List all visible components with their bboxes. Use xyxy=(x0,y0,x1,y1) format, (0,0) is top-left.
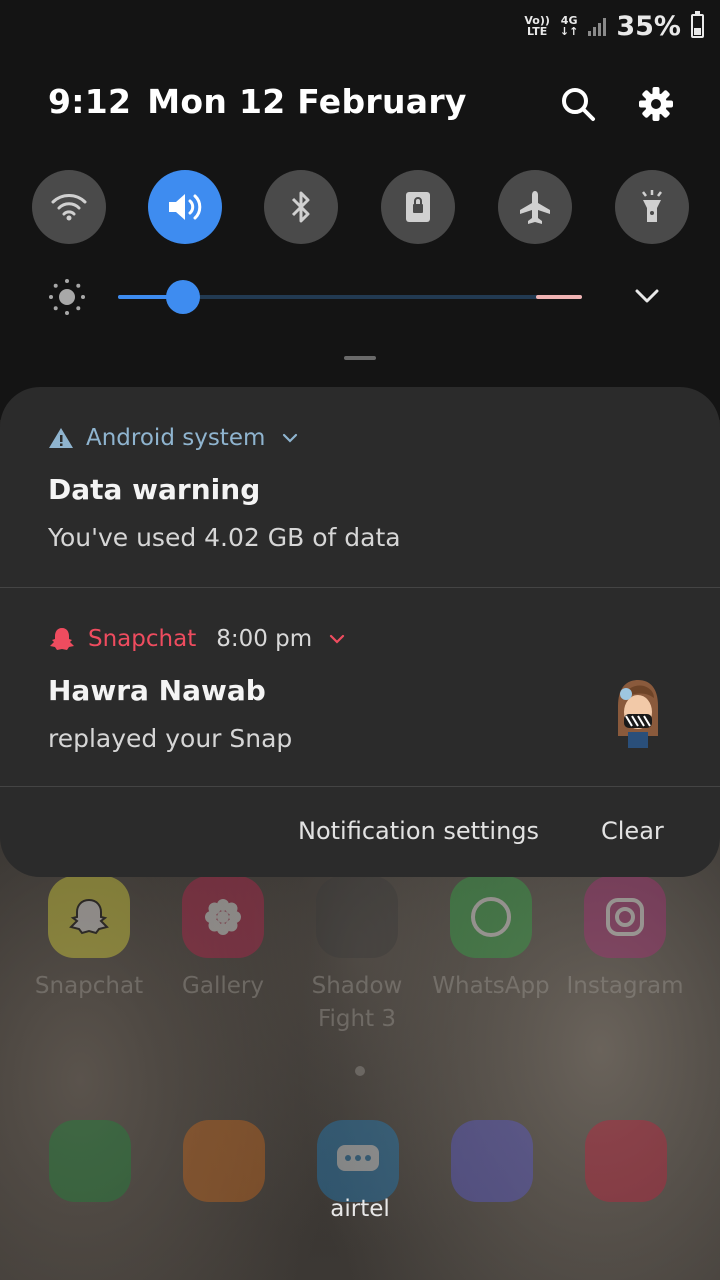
clear-button[interactable]: Clear xyxy=(601,817,664,845)
chevron-down-icon[interactable] xyxy=(328,633,346,645)
bluetooth-icon xyxy=(291,191,310,223)
clock-date: 9:12 Mon 12 February xyxy=(48,82,467,121)
phone-icon xyxy=(49,1120,131,1202)
qs-bluetooth-toggle[interactable] xyxy=(264,170,338,244)
volte-indicator: Vo)) LTE xyxy=(524,14,550,38)
carrier-label: airtel xyxy=(330,1196,390,1222)
qs-airplane-toggle[interactable] xyxy=(498,170,572,244)
page-indicator-dot xyxy=(355,1066,365,1076)
date: Mon 12 February xyxy=(147,82,467,121)
home-app-label: Snapchat xyxy=(34,973,144,999)
battery-percent: 35% xyxy=(616,10,681,42)
wifi-icon xyxy=(51,194,87,221)
signal-strength-icon xyxy=(588,16,607,36)
camera-icon xyxy=(585,1120,667,1202)
quick-panel: Vo)) LTE 4G ↓↑ 35% 9:12 Mon 12 February xyxy=(0,0,720,420)
qs-wifi-toggle[interactable] xyxy=(32,170,106,244)
bitmoji-avatar xyxy=(618,680,658,748)
network-type-indicator: 4G ↓↑ xyxy=(559,14,579,38)
flashlight-icon xyxy=(642,190,662,222)
home-app-label: WhatsApp xyxy=(432,973,550,999)
search-icon xyxy=(562,88,595,121)
gear-icon xyxy=(639,87,673,121)
instagram-app-icon xyxy=(584,876,666,958)
brightness-slider-thumb[interactable] xyxy=(165,280,200,314)
quick-settings-row xyxy=(32,170,690,244)
home-app-label: Shadow Fight 3 xyxy=(311,973,403,1032)
drag-handle[interactable] xyxy=(344,356,376,360)
notification-data-warning[interactable]: Android system Data warning You've used … xyxy=(0,387,720,587)
qs-sound-toggle[interactable] xyxy=(148,170,222,244)
home-app-label: Gallery xyxy=(182,973,264,999)
notification-snapchat[interactable]: Snapchat 8:00 pm Hawra Nawab replayed yo… xyxy=(0,587,720,787)
notification-settings-button[interactable]: Notification settings xyxy=(298,817,539,845)
airplane-icon xyxy=(520,191,550,224)
notification-header: Android system xyxy=(48,423,299,453)
clock: 9:12 xyxy=(48,82,132,121)
notification-footer: Notification settings Clear xyxy=(0,786,720,877)
chevron-down-icon xyxy=(635,289,659,303)
notification-body: You've used 4.02 GB of data xyxy=(48,523,401,552)
notification-panel: Android system Data warning You've used … xyxy=(0,387,720,877)
home-app-snapchat[interactable]: Snapchat xyxy=(24,876,154,1003)
qs-screen-lock-toggle[interactable] xyxy=(381,170,455,244)
brightness-icon xyxy=(49,279,85,315)
brightness-slider[interactable] xyxy=(118,280,582,314)
internet-icon xyxy=(451,1120,533,1202)
notification-body: replayed your Snap xyxy=(48,724,293,753)
dock-contacts[interactable] xyxy=(183,1120,265,1202)
whatsapp-app-icon xyxy=(450,876,532,958)
home-app-label: Instagram xyxy=(566,973,684,999)
notification-app-name: Snapchat xyxy=(88,626,197,652)
dock-internet[interactable] xyxy=(451,1120,533,1202)
shadow-fight-app-icon xyxy=(316,876,398,958)
settings-button[interactable] xyxy=(636,84,676,124)
warning-icon xyxy=(49,428,73,448)
home-app-gallery[interactable]: Gallery xyxy=(158,876,288,1003)
home-app-shadow-fight[interactable]: Shadow Fight 3 xyxy=(292,876,422,1036)
contacts-icon xyxy=(183,1120,265,1202)
home-app-instagram[interactable]: Instagram xyxy=(560,876,690,1003)
messages-icon xyxy=(317,1120,399,1202)
status-bar: Vo)) LTE 4G ↓↑ 35% xyxy=(524,8,704,44)
notification-title: Data warning xyxy=(48,473,261,506)
snapchat-ghost-icon xyxy=(50,628,74,650)
dock-messages[interactable] xyxy=(317,1120,399,1202)
lock-rotation-icon xyxy=(406,192,430,222)
chevron-down-icon[interactable] xyxy=(281,432,299,444)
qs-flashlight-toggle[interactable] xyxy=(615,170,689,244)
battery-icon xyxy=(691,11,704,38)
dock-camera[interactable] xyxy=(585,1120,667,1202)
volume-icon xyxy=(169,194,202,220)
dock-phone[interactable] xyxy=(49,1120,131,1202)
notification-time: 8:00 pm xyxy=(216,626,313,652)
notification-header: Snapchat 8:00 pm xyxy=(48,624,346,654)
gallery-app-icon xyxy=(182,876,264,958)
snapchat-app-icon xyxy=(48,876,130,958)
home-app-whatsapp[interactable]: WhatsApp xyxy=(426,876,556,1003)
notification-title: Hawra Nawab xyxy=(48,674,266,707)
notification-app-name: Android system xyxy=(86,425,266,451)
expand-quick-panel-button[interactable] xyxy=(632,284,662,308)
brightness-slider-end xyxy=(536,295,582,299)
search-button[interactable] xyxy=(558,84,598,124)
